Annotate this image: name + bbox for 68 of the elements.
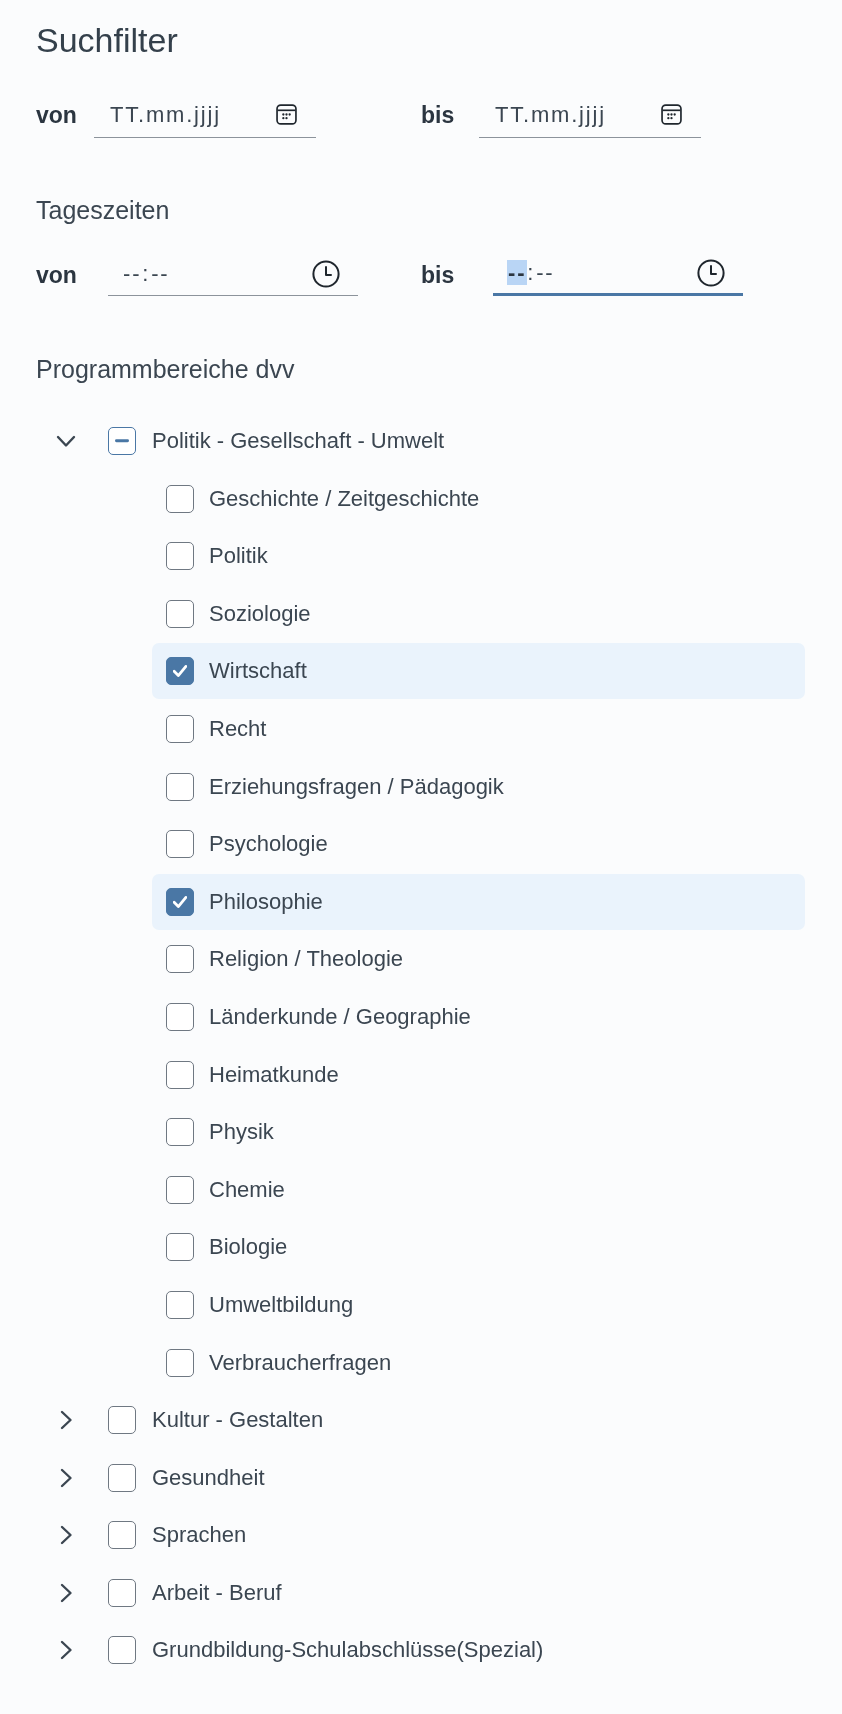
checkbox[interactable] <box>166 830 194 859</box>
field-label: bis <box>421 101 456 129</box>
time-field[interactable]: --:-- <box>493 253 743 296</box>
field-label: bis <box>421 260 456 289</box>
date-field[interactable]: TT.mm.jjjj <box>479 92 701 138</box>
category-label: Geschichte / Zeitgeschichte <box>209 484 480 513</box>
checkbox[interactable] <box>108 1463 136 1492</box>
clock-icon[interactable] <box>697 259 725 287</box>
checkbox[interactable] <box>166 1233 194 1262</box>
category-label: Arbeit - Beruf <box>152 1578 282 1607</box>
chevron-right-icon[interactable] <box>59 1582 73 1603</box>
chevron-right-icon[interactable] <box>59 1467 73 1488</box>
page-title: Suchfilter <box>36 20 179 60</box>
chevron-right-icon[interactable] <box>59 1410 73 1431</box>
category-label: Psychologie <box>209 830 328 859</box>
time-field[interactable]: --:-- <box>108 253 358 296</box>
category-label: Gesundheit <box>152 1463 265 1492</box>
category-label: Recht <box>209 714 267 743</box>
check-icon <box>173 665 187 678</box>
chevron-right-icon[interactable] <box>59 1525 73 1546</box>
calendar-icon[interactable] <box>661 104 682 125</box>
minus-icon <box>115 439 129 443</box>
checkbox[interactable] <box>166 714 194 743</box>
checkbox[interactable] <box>166 1118 194 1147</box>
checkbox[interactable] <box>166 1175 194 1204</box>
checkbox[interactable] <box>166 1348 194 1377</box>
checkbox[interactable] <box>166 1060 194 1089</box>
check-icon <box>173 895 187 908</box>
checkbox[interactable] <box>166 1290 194 1319</box>
checkbox[interactable] <box>108 1521 136 1550</box>
category-label: Politik <box>209 542 268 571</box>
checkbox[interactable] <box>108 1636 136 1665</box>
category-label: Religion / Theologie <box>209 945 404 974</box>
checkbox[interactable] <box>166 599 194 628</box>
category-label: Sprachen <box>152 1521 247 1550</box>
chevron-right-icon[interactable] <box>59 1640 73 1661</box>
clock-icon[interactable] <box>312 260 340 288</box>
checkbox[interactable] <box>166 945 194 974</box>
category-label: Länderkunde / Geographie <box>209 1002 471 1031</box>
checkbox[interactable] <box>166 542 194 571</box>
field-label: von <box>36 101 78 129</box>
category-label: Physik <box>209 1118 274 1147</box>
category-label: Politik - Gesellschaft - Umwelt <box>152 427 445 455</box>
checkbox[interactable] <box>108 1406 136 1435</box>
category-label: Wirtschaft <box>209 657 307 686</box>
checkbox[interactable] <box>166 1002 194 1031</box>
category-label: Umweltbildung <box>209 1290 354 1319</box>
category-label: Erziehungsfragen / Pädagogik <box>209 772 504 801</box>
calendar-icon[interactable] <box>276 104 297 125</box>
category-label: Grundbildung-Schulabschlüsse(Spezial) <box>152 1636 544 1665</box>
checkbox[interactable] <box>166 887 194 916</box>
checkbox[interactable] <box>108 1578 136 1607</box>
checkbox[interactable] <box>166 772 194 801</box>
category-label: Kultur - Gestalten <box>152 1406 324 1435</box>
category-label: Soziologie <box>209 599 311 628</box>
category-label: Heimatkunde <box>209 1060 339 1089</box>
category-label: Biologie <box>209 1233 288 1262</box>
checkbox[interactable] <box>166 484 194 513</box>
chevron-down-icon[interactable] <box>56 434 76 448</box>
category-label: Philosophie <box>209 887 323 916</box>
checkbox[interactable] <box>108 427 136 455</box>
section-heading: Programmbereiche dvv <box>36 354 296 384</box>
category-label: Verbraucherfragen <box>209 1348 392 1377</box>
checkbox[interactable] <box>166 657 194 686</box>
field-label: von <box>36 260 78 289</box>
category-label: Chemie <box>209 1175 285 1204</box>
section-heading: Tageszeiten <box>36 195 171 225</box>
date-field[interactable]: TT.mm.jjjj <box>94 92 316 138</box>
